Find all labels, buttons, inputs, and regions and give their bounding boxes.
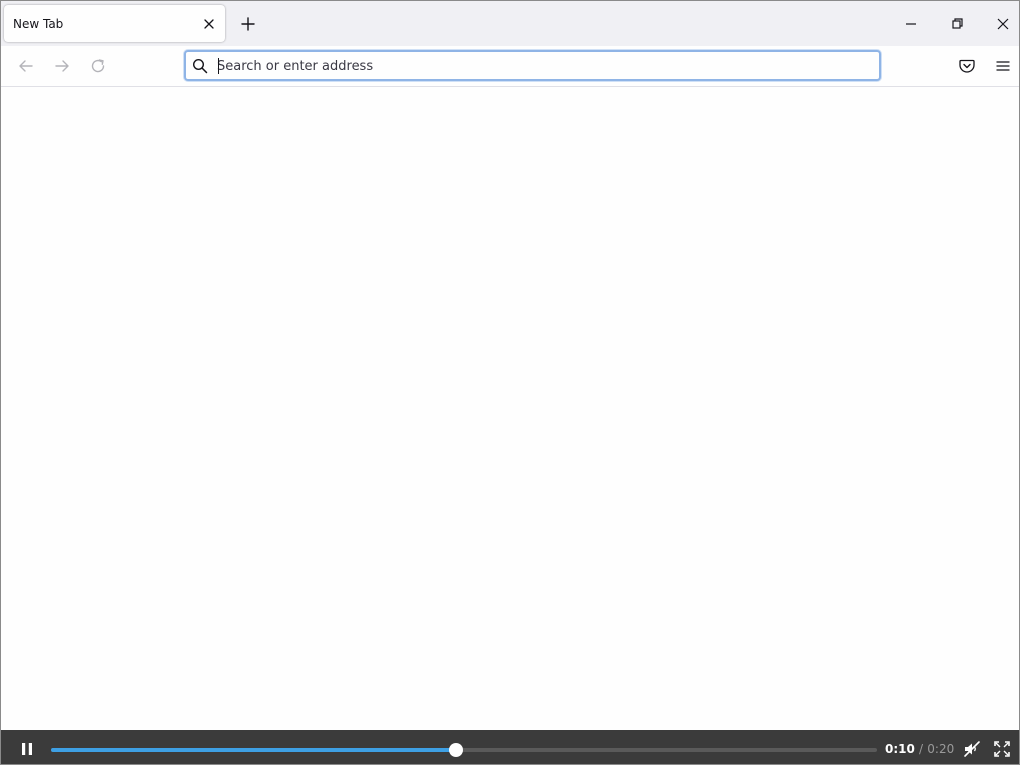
time-display: 0:10 / 0:20 — [885, 742, 954, 756]
scrubber-handle[interactable] — [448, 743, 463, 757]
tab-new-tab[interactable]: New Tab — [4, 5, 225, 42]
restore-button[interactable] — [945, 12, 969, 36]
url-input[interactable] — [217, 56, 857, 76]
hamburger-menu-button[interactable] — [993, 56, 1013, 76]
progress-fill — [51, 748, 456, 752]
new-tab-button[interactable] — [236, 12, 260, 36]
text-caret — [218, 58, 219, 74]
search-icon — [192, 58, 208, 74]
video-controls: 0:10 / 0:20 — [1, 730, 1019, 764]
current-time: 0:10 — [885, 742, 915, 756]
reload-button[interactable] — [88, 56, 108, 76]
pocket-button[interactable] — [957, 56, 977, 76]
mute-button[interactable] — [963, 740, 981, 758]
minimize-button[interactable] — [899, 12, 923, 36]
close-tab-icon[interactable] — [201, 16, 217, 32]
fullscreen-button[interactable] — [993, 740, 1011, 758]
browser-window: New Tab Search or enter address 0:10 / 0… — [0, 0, 1020, 765]
navigation-toolbar — [1, 46, 1019, 87]
page-content — [1, 87, 1019, 730]
tab-strip: New Tab — [1, 1, 1019, 46]
address-bar[interactable] — [184, 50, 881, 81]
pause-button[interactable] — [18, 740, 36, 758]
close-window-button[interactable] — [991, 12, 1015, 36]
tab-title: New Tab — [13, 17, 64, 31]
duration: 0:20 — [927, 742, 955, 756]
forward-button[interactable] — [52, 56, 72, 76]
time-separator: / — [919, 742, 924, 756]
progress-scrubber[interactable] — [51, 743, 877, 757]
back-button[interactable] — [16, 56, 36, 76]
